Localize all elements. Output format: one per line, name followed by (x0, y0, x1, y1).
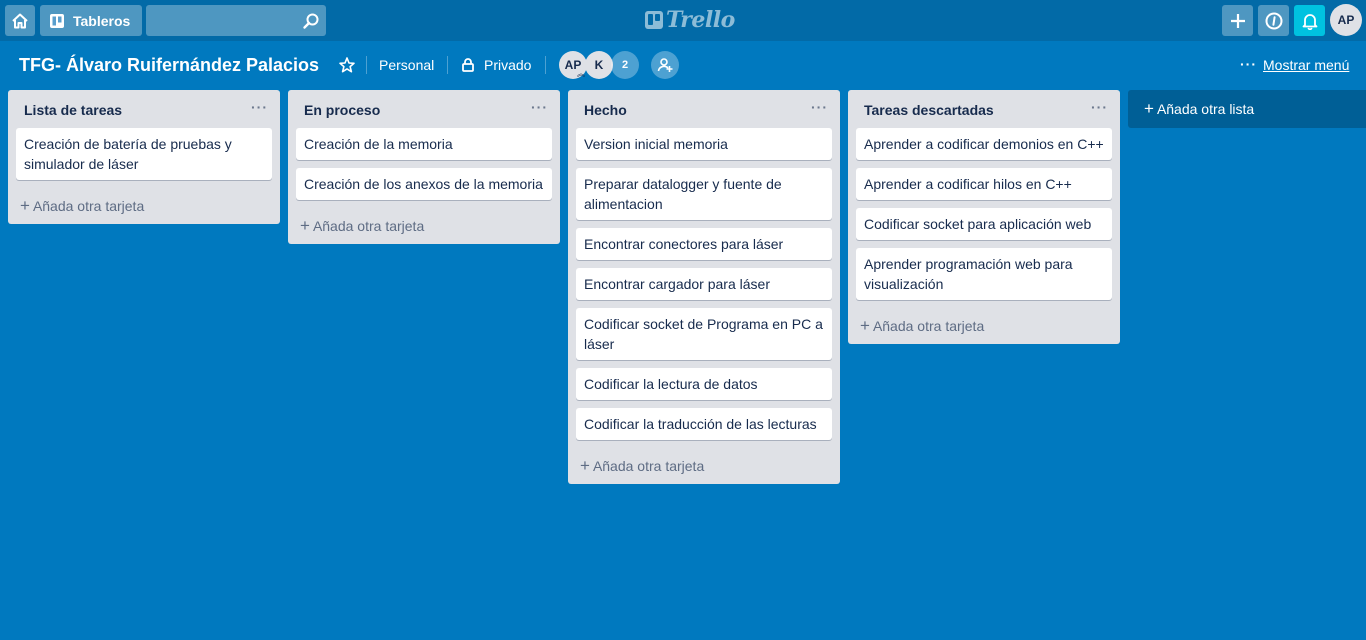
card[interactable]: Creación de batería de pruebas y simulad… (16, 128, 272, 180)
list-title[interactable]: Lista de tareas (24, 102, 122, 118)
list-menu-icon[interactable]: ··· (1091, 99, 1108, 115)
card[interactable]: Aprender a codificar demonios en C++ (856, 128, 1112, 160)
card[interactable]: Preparar datalogger y fuente de alimenta… (576, 168, 832, 220)
boards-icon (50, 13, 64, 28)
top-header: Tableros Trello AP (0, 0, 1366, 41)
list-title[interactable]: En proceso (304, 102, 380, 118)
board-title[interactable]: TFG- Álvaro Ruifernández Palacios (19, 55, 319, 76)
star-icon[interactable] (338, 56, 356, 74)
menu-dots-icon[interactable]: ··· (1240, 56, 1257, 72)
invite-member-button[interactable] (651, 51, 679, 79)
trello-logo-icon (645, 11, 663, 29)
home-icon (12, 13, 28, 28)
card[interactable]: Codificar la lectura de datos (576, 368, 832, 400)
add-card-label: Añada otra tarjeta (592, 458, 705, 474)
card[interactable]: Codificar socket de Programa en PC a lás… (576, 308, 832, 360)
card[interactable]: Aprender a codificar hilos en C++ (856, 168, 1112, 200)
plus-icon: + (580, 456, 590, 475)
card[interactable]: Codificar la traducción de las lecturas (576, 408, 832, 440)
list-header[interactable]: Hecho ··· (568, 90, 840, 128)
plus-icon: + (1144, 99, 1154, 118)
card[interactable]: Aprender programación web para visualiza… (856, 248, 1112, 300)
list-menu-icon[interactable]: ··· (251, 99, 268, 115)
search-input[interactable] (146, 5, 326, 36)
list-header[interactable]: Lista de tareas ··· (8, 90, 280, 128)
divider (366, 56, 367, 74)
boards-button[interactable]: Tableros (40, 5, 142, 36)
add-member-icon (657, 58, 673, 72)
visibility-button[interactable]: Privado (484, 57, 531, 73)
card[interactable]: Encontrar cargador para láser (576, 268, 832, 300)
add-card-button[interactable]: + Añada otra tarjeta (8, 188, 280, 224)
member-avatar[interactable]: K (585, 51, 613, 79)
team-button[interactable]: Personal (379, 57, 434, 73)
add-card-button[interactable]: + Añada otra tarjeta (848, 308, 1120, 344)
list-header[interactable]: En proceso ··· (288, 90, 560, 128)
plus-icon (1230, 13, 1245, 28)
notifications-button[interactable] (1294, 5, 1325, 36)
trello-logo[interactable]: Trello (645, 7, 735, 33)
list-title[interactable]: Hecho (584, 102, 627, 118)
list-menu-icon[interactable]: ··· (811, 99, 828, 115)
plus-icon: + (860, 316, 870, 335)
bell-icon (1302, 13, 1317, 30)
home-button[interactable] (5, 5, 35, 36)
add-card-label: Añada otra tarjeta (872, 318, 985, 334)
search-icon[interactable] (302, 12, 320, 30)
info-button[interactable] (1258, 5, 1289, 36)
list-column: Lista de tareas ··· Creación de batería … (8, 90, 280, 224)
add-card-label: Añada otra tarjeta (32, 198, 145, 214)
list-menu-icon[interactable]: ··· (531, 99, 548, 115)
list-column: En proceso ··· Creación de la memoria Cr… (288, 90, 560, 244)
card[interactable]: Codificar socket para aplicación web (856, 208, 1112, 240)
add-list-button[interactable]: + Añada otra lista (1128, 90, 1366, 128)
card[interactable]: Version inicial memoria (576, 128, 832, 160)
add-card-label: Añada otra tarjeta (312, 218, 425, 234)
list-column: Tareas descartadas ··· Aprender a codifi… (848, 90, 1120, 344)
user-avatar[interactable]: AP (1330, 4, 1362, 36)
plus-icon: + (20, 196, 30, 215)
add-card-button[interactable]: + Añada otra tarjeta (568, 448, 840, 484)
member-count-badge[interactable]: 2 (611, 51, 639, 79)
lock-icon (462, 58, 474, 72)
list-header[interactable]: Tareas descartadas ··· (848, 90, 1120, 128)
list-column: Hecho ··· Version inicial memoria Prepar… (568, 90, 840, 484)
show-menu-link[interactable]: Mostrar menú (1263, 57, 1349, 73)
admin-chevron-icon: ︽ (577, 69, 585, 78)
info-icon (1265, 12, 1282, 29)
card[interactable]: Encontrar conectores para láser (576, 228, 832, 260)
card[interactable]: Creación de la memoria (296, 128, 552, 160)
add-list-label: Añada otra lista (1156, 101, 1255, 117)
add-card-button[interactable]: + Añada otra tarjeta (288, 208, 560, 244)
boards-label: Tableros (73, 12, 131, 29)
plus-icon: + (300, 216, 310, 235)
trello-logo-text: Trello (666, 7, 735, 33)
create-button[interactable] (1222, 5, 1253, 36)
card[interactable]: Creación de los anexos de la memoria (296, 168, 552, 200)
divider (545, 56, 546, 74)
divider (447, 56, 448, 74)
list-title[interactable]: Tareas descartadas (864, 102, 994, 118)
